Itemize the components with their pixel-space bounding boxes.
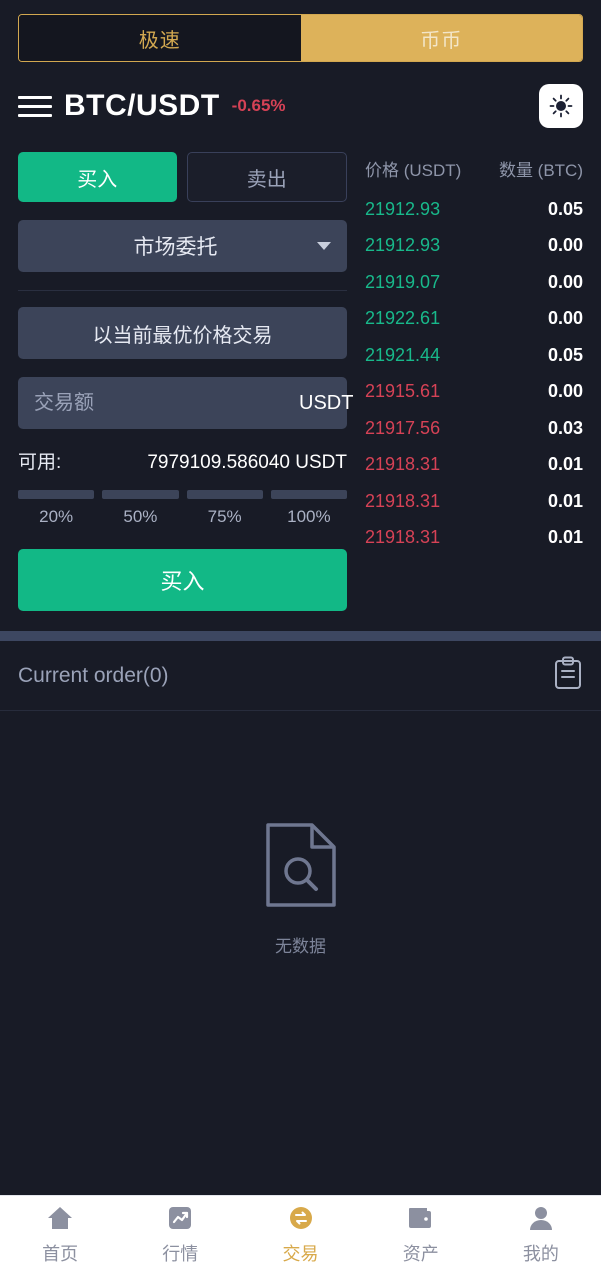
orderbook-amount: 0.00 xyxy=(547,235,583,256)
chevron-down-icon xyxy=(317,242,331,250)
nav-item-home[interactable]: 首页 xyxy=(0,1196,120,1275)
percent-label: 100% xyxy=(287,507,331,526)
wallet-icon xyxy=(407,1205,435,1236)
chart-icon xyxy=(166,1205,194,1236)
current-orders-title: Current order(0) xyxy=(18,663,169,687)
orderbook-price: 21918.31 xyxy=(365,490,441,511)
clipboard-icon[interactable] xyxy=(553,656,583,695)
percent-bar xyxy=(186,490,263,499)
percent-bar xyxy=(18,490,95,499)
user-icon xyxy=(527,1205,555,1236)
bottom-navigation: 首页 行情 交易 资产 我的 xyxy=(0,1195,601,1275)
tab-sell[interactable]: 卖出 xyxy=(186,152,347,202)
submit-buy-button[interactable]: 买入 xyxy=(18,549,347,611)
price-change-badge: -0.65% xyxy=(231,96,286,115)
percent-option-20[interactable]: 20% xyxy=(18,490,95,527)
orderbook-price: 21918.31 xyxy=(365,454,441,475)
percent-bar xyxy=(102,490,179,499)
orderbook-amount: 0.05 xyxy=(547,198,583,219)
nav-item-assets[interactable]: 资产 xyxy=(361,1196,481,1275)
orderbook-amount: 0.00 xyxy=(547,271,583,292)
percent-bar xyxy=(270,490,347,499)
divider xyxy=(18,290,347,291)
orderbook-row[interactable]: 21918.31 0.01 xyxy=(365,520,583,557)
orderbook-col-price: 价格 (USDT) xyxy=(365,161,462,180)
orderbook-price: 21918.31 xyxy=(365,527,441,548)
percent-selector: 20% 50% 75% 100% xyxy=(18,490,347,527)
nav-label: 交易 xyxy=(282,1244,319,1264)
orderbook-rows: 21912.93 0.05 21912.93 0.00 21919.07 0.00 2192… xyxy=(365,191,583,556)
nav-label: 首页 xyxy=(42,1244,79,1264)
orderbook-row[interactable]: 21912.93 0.00 xyxy=(365,228,583,265)
orderbook-price: 21922.61 xyxy=(365,308,441,329)
sun-icon[interactable] xyxy=(539,84,583,128)
available-label: 可用: xyxy=(18,452,62,473)
orderbook-row[interactable]: 21915.61 0.00 xyxy=(365,374,583,411)
available-value: 7979109.586040 USDT xyxy=(147,452,347,473)
percent-label: 20% xyxy=(39,507,74,526)
percent-option-100[interactable]: 100% xyxy=(270,490,347,527)
nav-label: 行情 xyxy=(162,1244,199,1264)
trade-panel: 买入 卖出 市场委托 以当前最优价格交易 USDT 可用: 7979109.58… xyxy=(0,152,365,611)
orderbook-row[interactable]: 21918.31 0.01 xyxy=(365,483,583,520)
orderbook-price: 21919.07 xyxy=(365,271,441,292)
orderbook-price: 21921.44 xyxy=(365,344,441,365)
orderbook-row[interactable]: 21921.44 0.05 xyxy=(365,337,583,374)
orderbook-price: 21915.61 xyxy=(365,381,441,402)
available-balance-row: 可用: 7979109.586040 USDT xyxy=(18,447,347,474)
amount-input[interactable] xyxy=(34,391,299,415)
percent-label: 75% xyxy=(207,507,242,526)
mode-tab-fast[interactable]: 极速 xyxy=(19,15,301,61)
mode-tab-group: 极速 币币 xyxy=(18,14,583,62)
home-icon xyxy=(46,1205,74,1236)
nav-item-markets[interactable]: 行情 xyxy=(120,1196,240,1275)
nav-label: 资产 xyxy=(402,1244,439,1264)
order-type-select[interactable]: 市场委托 xyxy=(18,220,347,272)
orderbook-amount: 0.01 xyxy=(547,454,583,475)
orderbook-price: 21912.93 xyxy=(365,235,441,256)
orderbook: 价格 (USDT) 数量 (BTC) 21912.93 0.05 21912.93 0… xyxy=(365,152,601,611)
orderbook-amount: 0.00 xyxy=(547,381,583,402)
page-title: BTC/USDT xyxy=(64,89,220,122)
orderbook-amount: 0.01 xyxy=(547,527,583,548)
orderbook-header: 价格 (USDT) 数量 (BTC) xyxy=(365,156,583,191)
orderbook-col-amount: 数量 (BTC) xyxy=(498,161,583,180)
empty-state: 无数据 xyxy=(0,711,601,1195)
best-price-note[interactable]: 以当前最优价格交易 xyxy=(18,307,347,359)
percent-label: 50% xyxy=(123,507,158,526)
nav-label: 我的 xyxy=(522,1244,559,1264)
orderbook-amount: 0.01 xyxy=(547,490,583,511)
orderbook-row[interactable]: 21912.93 0.05 xyxy=(365,191,583,228)
orderbook-row[interactable]: 21917.56 0.03 xyxy=(365,410,583,447)
orderbook-row[interactable]: 21919.07 0.00 xyxy=(365,264,583,301)
exchange-icon xyxy=(287,1205,315,1236)
orderbook-amount: 0.03 xyxy=(547,417,583,438)
amount-unit-label: USDT xyxy=(299,391,354,414)
orderbook-amount: 0.00 xyxy=(547,308,583,329)
nav-item-profile[interactable]: 我的 xyxy=(481,1196,601,1275)
percent-option-75[interactable]: 75% xyxy=(186,490,263,527)
nav-item-trade[interactable]: 交易 xyxy=(240,1196,360,1275)
orderbook-price: 21912.93 xyxy=(365,198,441,219)
app-screen: 极速 币币 BTC/USDT -0.65% 买入 卖出 市场委托 以当前最优价格… xyxy=(0,0,601,1275)
orderbook-price: 21917.56 xyxy=(365,417,441,438)
amount-field[interactable]: USDT xyxy=(18,377,353,429)
empty-state-text: 无数据 xyxy=(275,937,326,956)
tab-buy[interactable]: 买入 xyxy=(18,152,177,202)
orderbook-amount: 0.05 xyxy=(547,344,583,365)
page-header: BTC/USDT -0.65% xyxy=(0,74,601,138)
hamburger-icon[interactable] xyxy=(18,95,52,117)
percent-option-50[interactable]: 50% xyxy=(102,490,179,527)
orderbook-row[interactable]: 21918.31 0.01 xyxy=(365,447,583,484)
side-tab-group: 买入 卖出 xyxy=(18,152,347,202)
document-search-icon xyxy=(264,821,338,914)
trade-body: 买入 卖出 市场委托 以当前最优价格交易 USDT 可用: 7979109.58… xyxy=(0,138,601,611)
order-type-label: 市场委托 xyxy=(133,236,218,259)
section-divider xyxy=(0,631,601,641)
orderbook-row[interactable]: 21922.61 0.00 xyxy=(365,301,583,338)
mode-tab-spot[interactable]: 币币 xyxy=(300,15,582,61)
current-orders-header: Current order(0) xyxy=(0,641,601,711)
